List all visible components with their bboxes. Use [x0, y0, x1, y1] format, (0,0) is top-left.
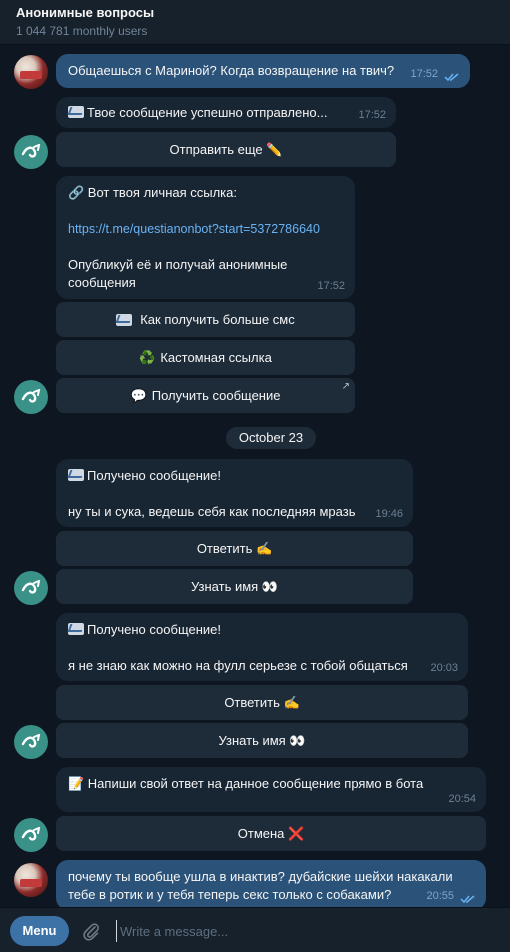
- bot-avatar[interactable]: [14, 571, 48, 605]
- bot-logo-icon: [21, 144, 41, 158]
- incoming-message[interactable]: 📝 Напиши свой ответ на данное сообщение …: [56, 767, 486, 812]
- bot-avatar[interactable]: [14, 135, 48, 169]
- message-time: 19:46: [375, 508, 403, 520]
- recycle-icon: ♻️: [139, 350, 156, 365]
- send-more-label: Отправить еще ✏️: [169, 141, 283, 157]
- message-text: Твое сообщение успешно отправлено...: [68, 104, 327, 122]
- chat-title: Анонимные вопросы: [16, 5, 155, 20]
- reveal-name-label: Узнать имя 👀: [218, 732, 306, 748]
- reveal-name-label: Узнать имя 👀: [191, 578, 278, 594]
- menu-button[interactable]: Menu: [10, 916, 69, 946]
- send-more-button[interactable]: Отправить еще ✏️: [56, 132, 396, 167]
- reveal-name-button[interactable]: Узнать имя 👀: [56, 723, 468, 758]
- incoming-message[interactable]: Твое сообщение успешно отправлено... 17:…: [56, 97, 396, 128]
- message-title: Получено сообщение!: [68, 621, 221, 639]
- cancel-button[interactable]: Отмена ❌: [56, 816, 486, 851]
- arrow-up-right-icon: ↗: [341, 381, 350, 392]
- reply-label: Ответить ✍️: [224, 694, 300, 710]
- more-sms-button[interactable]: Как получить больше смс: [56, 302, 355, 337]
- message-time: 17:52: [317, 280, 345, 292]
- personal-link[interactable]: https://t.me/questianonbot?start=5372786…: [68, 220, 320, 238]
- outgoing-message[interactable]: Общаешься с Мариной? Когда возвращение н…: [56, 54, 470, 88]
- outgoing-message[interactable]: почему ты вообще ушла в инактив? дубайск…: [56, 860, 486, 910]
- custom-link-button[interactable]: ♻️ Кастомная ссылка: [56, 340, 355, 375]
- speech-bubble-icon: 💬: [130, 388, 147, 403]
- message-line: тебе в ротик и у тебя теперь секс только…: [68, 887, 392, 902]
- message-time: 17:52: [358, 109, 386, 121]
- paperclip-icon[interactable]: [81, 921, 101, 941]
- message-line: сообщения: [68, 275, 136, 290]
- reply-button[interactable]: Ответить ✍️: [56, 531, 413, 566]
- message-time: 20:03: [430, 662, 458, 674]
- user-avatar[interactable]: [14, 55, 48, 89]
- custom-link-label: Кастомная ссылка: [160, 350, 272, 365]
- message-list[interactable]: Общаешься с Мариной? Когда возвращение н…: [0, 45, 510, 910]
- get-message-label: Получить сообщение: [151, 388, 281, 403]
- incoming-message[interactable]: 🔗 Вот твоя личная ссылка: https://t.me/q…: [56, 176, 355, 299]
- bot-avatar[interactable]: [14, 725, 48, 759]
- chat-header[interactable]: Анонимные вопросы 1 044 781 monthly user…: [0, 0, 510, 45]
- bot-avatar[interactable]: [14, 380, 48, 414]
- message-text: 📝 Напиши свой ответ на данное сообщение …: [68, 776, 424, 791]
- bot-logo-icon: [21, 827, 41, 841]
- message-text: Общаешься с Мариной? Когда возвращение н…: [68, 63, 395, 78]
- cancel-label: Отмена ❌: [237, 825, 305, 841]
- bot-avatar[interactable]: [14, 818, 48, 852]
- incoming-message[interactable]: Получено сообщение! я не знаю как можно …: [56, 613, 468, 681]
- incoming-message[interactable]: Получено сообщение! ну ты и сука, ведешь…: [56, 459, 413, 527]
- envelope-icon: [116, 313, 133, 326]
- get-message-button[interactable]: 💬 Получить сообщение ↗: [56, 378, 355, 413]
- bot-logo-icon: [21, 734, 41, 748]
- reply-label: Ответить ✍️: [196, 540, 273, 556]
- message-input[interactable]: [116, 920, 496, 942]
- envelope-icon: [68, 106, 84, 118]
- envelope-icon: [68, 469, 84, 481]
- double-check-icon: [460, 895, 475, 904]
- reveal-name-button[interactable]: Узнать имя 👀: [56, 569, 413, 604]
- envelope-icon: [68, 623, 84, 635]
- message-title: Получено сообщение!: [68, 467, 221, 485]
- reply-button[interactable]: Ответить ✍️: [56, 685, 468, 720]
- composer-bar: Menu: [0, 907, 510, 952]
- message-text: ну ты и сука, ведешь себя как последняя …: [68, 504, 356, 519]
- bot-logo-icon: [21, 580, 41, 594]
- message-text: я не знаю как можно на фулл серьезе с то…: [68, 658, 408, 673]
- message-line: почему ты вообще ушла в инактив? дубайск…: [68, 869, 453, 884]
- message-time: 20:54: [448, 793, 476, 805]
- message-line: Опубликуй её и получай анонимные: [68, 257, 288, 272]
- date-separator: October 23: [226, 427, 316, 449]
- message-line: 🔗 Вот твоя личная ссылка:: [68, 185, 237, 200]
- user-avatar[interactable]: [14, 863, 48, 897]
- double-check-icon: [444, 73, 459, 82]
- bot-logo-icon: [21, 389, 41, 403]
- more-sms-label: Как получить больше смс: [140, 312, 295, 327]
- chat-subtitle: 1 044 781 monthly users: [16, 24, 148, 38]
- message-time: 17:52: [410, 68, 438, 80]
- message-time: 20:55: [426, 890, 454, 902]
